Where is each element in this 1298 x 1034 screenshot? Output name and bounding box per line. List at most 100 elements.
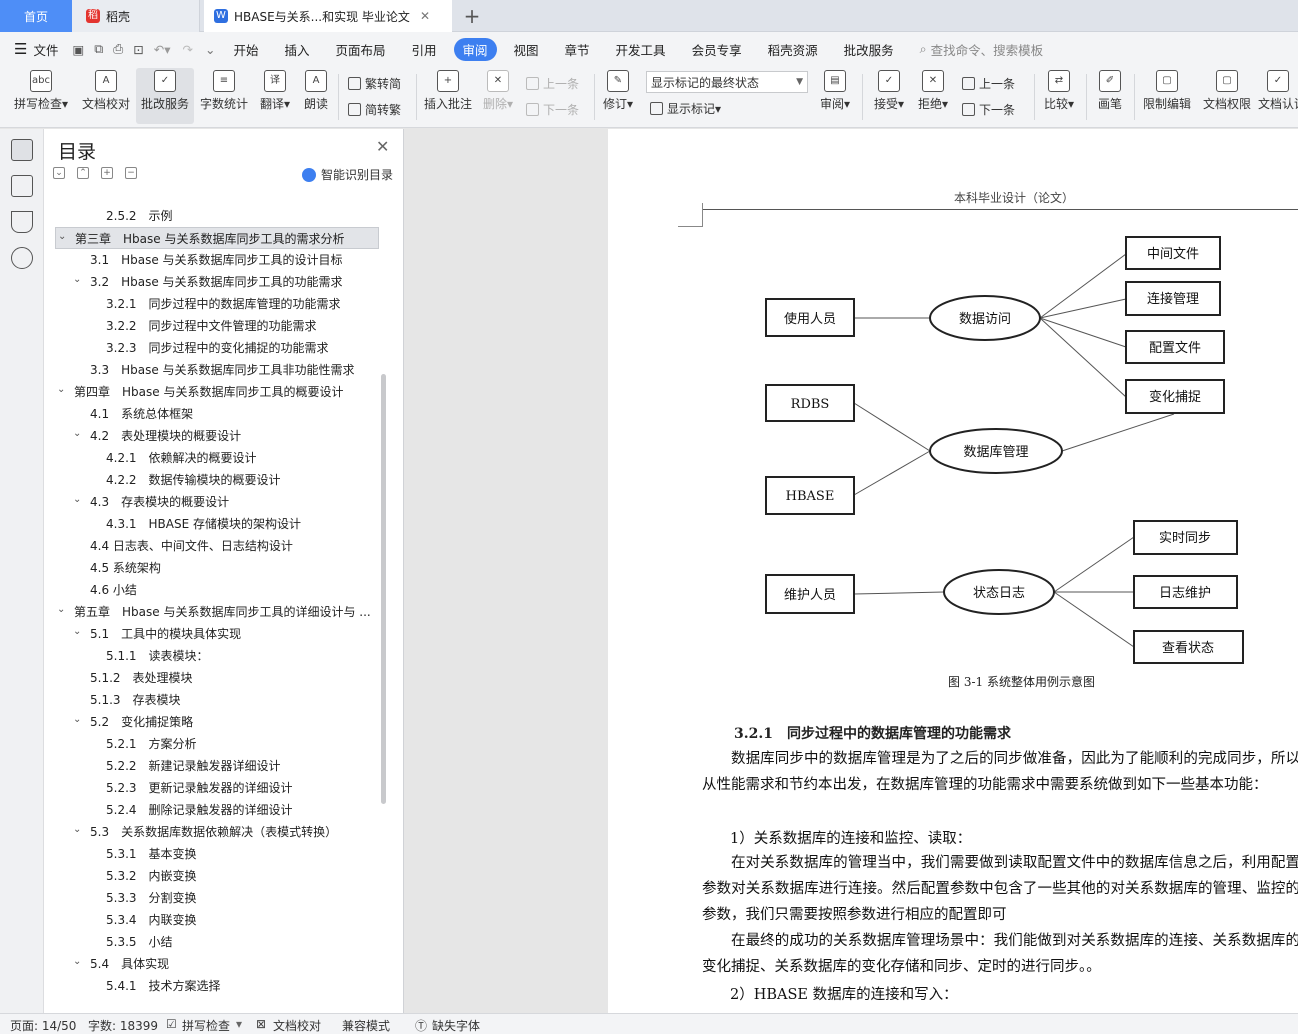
word-count-indicator[interactable]: 字数: 18399 xyxy=(88,1017,158,1034)
toc-item[interactable]: 5.2.2 新建记录触发器详细设计 xyxy=(44,755,380,777)
next-comment-button[interactable]: 下一条 xyxy=(526,101,579,118)
proofread-button[interactable]: A 文档校对 xyxy=(78,70,134,122)
toc-item[interactable]: ⌄ 第三章 Hbase 与关系数据库同步工具的需求分析 xyxy=(55,227,379,249)
save-icon[interactable]: ▣ xyxy=(72,42,84,57)
prev-change-button[interactable]: 上一条 xyxy=(962,75,1015,92)
search-icon[interactable] xyxy=(11,247,33,269)
accept-button[interactable]: ✓ 接受▾ xyxy=(870,70,908,122)
toc-item[interactable]: 5.4.1 技术方案选择 xyxy=(44,975,380,997)
toc-item[interactable]: 5.2.3 更新记录触发器的详细设计 xyxy=(44,777,380,799)
toc-item[interactable]: ⌄ 4.2 表处理模块的概要设计 xyxy=(44,425,380,447)
menu-devtools[interactable]: 开发工具 xyxy=(616,40,666,59)
toc-item[interactable]: ⌄ 5.2 变化捕捉策略 xyxy=(44,711,380,733)
export-icon[interactable]: ⧉ xyxy=(94,41,103,57)
toc-item[interactable]: 4.5 系统架构 xyxy=(44,557,380,579)
print-icon[interactable]: ⎙ xyxy=(113,41,123,57)
compare-button[interactable]: ⇄ 比较▾ xyxy=(1040,70,1078,122)
menu-view[interactable]: 视图 xyxy=(514,40,539,59)
spell-check-button[interactable]: abc 拼写检查▾ xyxy=(10,70,72,122)
toc-item[interactable]: 3.2.3 同步过程中的变化捕捉的功能需求 xyxy=(44,337,380,359)
toc-item[interactable]: ⌄ 5.3 关系数据库数据依赖解决（表模式转换） xyxy=(44,821,380,843)
revise-button[interactable]: ✎ 修订▾ xyxy=(600,70,636,122)
toc-item[interactable]: 4.1 系统总体框架 xyxy=(44,403,380,425)
chevron-down-icon[interactable]: ⌄ xyxy=(73,623,81,643)
toc-item[interactable]: 5.3.2 内嵌变换 xyxy=(44,865,380,887)
menu-layout[interactable]: 页面布局 xyxy=(335,40,385,59)
toc-item[interactable]: 4.2.2 数据传输模块的概要设计 xyxy=(44,469,380,491)
hamburger-icon[interactable]: ☰ xyxy=(14,40,27,58)
preview-icon[interactable]: ⊡ xyxy=(133,42,143,57)
collapse-all-icon[interactable]: ⌄ xyxy=(53,167,65,179)
menu-reference[interactable]: 引用 xyxy=(411,40,436,59)
chevron-down-icon[interactable]: ▾ xyxy=(236,1017,242,1031)
menu-review-service[interactable]: 批改服务 xyxy=(844,40,894,59)
toc-item[interactable]: 5.2.4 删除记录触发器的详细设计 xyxy=(44,799,380,821)
chevron-down-icon[interactable]: ⌄ xyxy=(73,271,81,291)
add-heading-icon[interactable]: + xyxy=(101,167,113,179)
toc-item[interactable]: ⌄ 3.2 Hbase 与关系数据库同步工具的功能需求 xyxy=(44,271,380,293)
toc-item[interactable]: 4.3.1 HBASE 存储模块的架构设计 xyxy=(44,513,380,535)
word-count-button[interactable]: ≡ 字数统计 xyxy=(198,70,250,122)
tab-daoke[interactable]: 稻稻壳 xyxy=(72,0,200,32)
toc-item[interactable]: 3.1 Hbase 与关系数据库同步工具的设计目标 xyxy=(44,249,380,271)
tab-home[interactable]: 首页 xyxy=(0,0,72,32)
doc-certify-button[interactable]: ✓ 文档认证 xyxy=(1258,70,1298,122)
restrict-edit-button[interactable]: ▢ 限制编辑 xyxy=(1140,70,1194,122)
chevron-down-icon[interactable]: ⌄ xyxy=(73,711,81,731)
remove-heading-icon[interactable]: − xyxy=(125,167,137,179)
toc-item[interactable]: 4.6 小结 xyxy=(44,579,380,601)
toc-scrollbar[interactable] xyxy=(381,374,386,804)
toc-item[interactable]: 3.3 Hbase 与关系数据库同步工具非功能性需求 xyxy=(44,359,380,381)
review-service-button[interactable]: ✓ 批改服务 xyxy=(136,68,194,124)
chevron-down-icon[interactable]: ⌄ xyxy=(57,381,65,401)
toc-item[interactable]: 4.2.1 依赖解决的概要设计 xyxy=(44,447,380,469)
menu-start[interactable]: 开始 xyxy=(233,40,258,59)
menu-insert[interactable]: 插入 xyxy=(284,40,309,59)
toc-item[interactable]: ⌄ 第四章 Hbase 与关系数据库同步工具的概要设计 xyxy=(44,381,380,403)
translate-button[interactable]: 译翻译▾ xyxy=(256,70,294,122)
toc-item[interactable]: ⌄ 5.1 工具中的模块具体实现 xyxy=(44,623,380,645)
redo-icon[interactable]: ↷ xyxy=(182,42,192,57)
chevron-down-icon[interactable]: ⌄ xyxy=(73,491,81,511)
read-aloud-button[interactable]: A 朗读 xyxy=(300,70,332,122)
chevron-down-icon[interactable]: ⌄ xyxy=(73,953,81,973)
toc-item[interactable]: 4.4 日志表、中间文件、日志结构设计 xyxy=(44,535,380,557)
toc-item[interactable]: 5.3.5 小结 xyxy=(44,931,380,953)
chapter-nav-icon[interactable] xyxy=(11,175,33,197)
chevron-down-icon[interactable]: ⌄ xyxy=(57,601,65,621)
menu-file[interactable]: 文件 xyxy=(33,40,58,59)
page-indicator[interactable]: 页面: 14/50 xyxy=(10,1017,76,1034)
menu-daoke-resources[interactable]: 稻壳资源 xyxy=(768,40,818,59)
undo-icon[interactable]: ↶▾ xyxy=(154,42,171,57)
close-icon[interactable]: ✕ xyxy=(420,9,430,23)
doc-rights-button[interactable]: ▢ 文档权限 xyxy=(1200,70,1254,122)
proofread-status[interactable]: 文档校对 xyxy=(273,1017,321,1034)
bookmark-icon[interactable] xyxy=(11,211,33,233)
close-icon[interactable]: ✕ xyxy=(376,137,389,156)
show-markup-button[interactable]: 显示标记 ▾ xyxy=(650,100,721,117)
spell-check-status[interactable]: 拼写检查 xyxy=(182,1017,230,1034)
toc-item[interactable]: ⌄ 4.3 存表模块的概要设计 xyxy=(44,491,380,513)
chevron-down-icon[interactable]: ⌄ xyxy=(58,228,66,248)
insert-comment-button[interactable]: + 插入批注 xyxy=(422,70,474,122)
toc-item[interactable]: ⌄ 第五章 Hbase 与关系数据库同步工具的详细设计与 ... xyxy=(44,601,380,623)
toc-item[interactable]: ⌄ 5.4 具体实现 xyxy=(44,953,380,975)
toc-item[interactable]: 5.3.1 基本变换 xyxy=(44,843,380,865)
menu-chapter[interactable]: 章节 xyxy=(565,40,590,59)
more-icon[interactable]: ⌄ xyxy=(205,42,215,57)
command-search[interactable]: 查找命令、搜索模板 xyxy=(931,40,1044,59)
toc-item[interactable]: 5.1.3 存表模块 xyxy=(44,689,380,711)
trad-to-simp-button[interactable]: 繁转简 xyxy=(348,75,401,92)
prev-comment-button[interactable]: 上一条 xyxy=(526,75,579,92)
chevron-down-icon[interactable]: ⌄ xyxy=(73,821,81,841)
toc-item[interactable]: 5.1.1 读表模块： xyxy=(44,645,380,667)
toc-item[interactable]: 5.3.4 内联变换 xyxy=(44,909,380,931)
pen-button[interactable]: ✐ 画笔 xyxy=(1094,70,1126,122)
reject-button[interactable]: ✕ 拒绝▾ xyxy=(914,70,952,122)
review-pane-button[interactable]: ▤ 审阅▾ xyxy=(816,70,854,122)
toc-item[interactable]: 3.2.2 同步过程中文件管理的功能需求 xyxy=(44,315,380,337)
menu-review[interactable]: 审阅 xyxy=(453,37,497,61)
toc-item[interactable]: 3.2.1 同步过程中的数据库管理的功能需求 xyxy=(44,293,380,315)
smart-toc-button[interactable]: 智能识别目录 xyxy=(302,166,393,183)
delete-comment-button[interactable]: ✕ 删除▾ xyxy=(480,70,516,122)
